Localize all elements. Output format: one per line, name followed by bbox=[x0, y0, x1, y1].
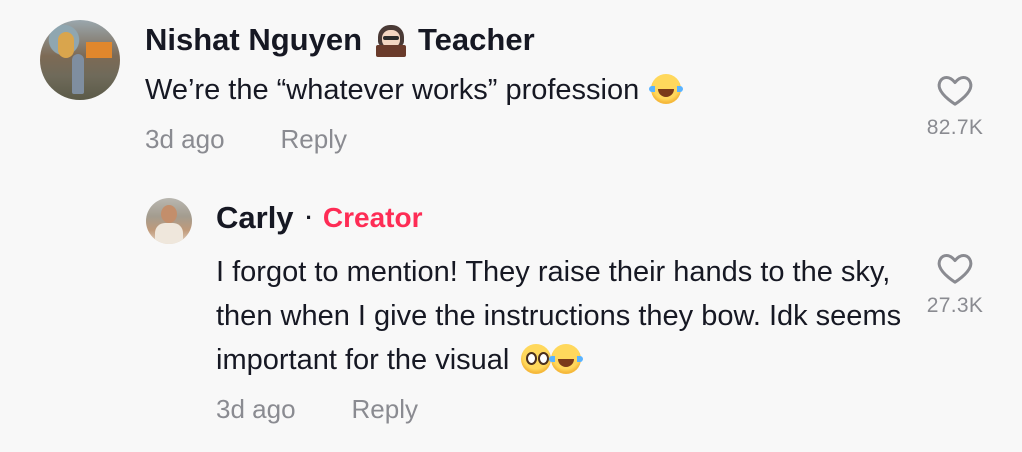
avatar[interactable] bbox=[40, 20, 120, 100]
author-name[interactable]: Carly bbox=[216, 198, 294, 238]
comment-body: Carly · Creator I forgot to mention! The… bbox=[216, 198, 990, 425]
comment-text-content: We’re the “whatever works” profession bbox=[145, 74, 640, 106]
comment-meta: 3d ago Reply bbox=[216, 394, 990, 425]
creator-badge: Creator bbox=[322, 202, 423, 233]
avatar[interactable] bbox=[146, 198, 192, 244]
comment-meta: 3d ago Reply bbox=[145, 124, 990, 155]
comment-time: 3d ago bbox=[145, 124, 225, 154]
author-suffix[interactable]: Teacher bbox=[418, 20, 535, 60]
comment: Nishat Nguyen Teacher We’re the “whateve… bbox=[40, 20, 990, 155]
laughing-tears-emoji-icon bbox=[549, 344, 584, 374]
like-count: 27.3K bbox=[926, 294, 984, 317]
comment-body: Nishat Nguyen Teacher We’re the “whateve… bbox=[145, 20, 990, 155]
avatar-head-shape bbox=[161, 205, 177, 223]
heart-outline-icon[interactable] bbox=[935, 248, 975, 288]
author-name[interactable]: Nishat Nguyen bbox=[145, 20, 362, 60]
avatar-person-shape bbox=[72, 54, 84, 94]
avatar-shirt-shape bbox=[155, 223, 183, 244]
avatar-background-shape bbox=[86, 42, 112, 58]
avatar-balloon-shape bbox=[58, 32, 74, 58]
heart-outline-icon[interactable] bbox=[935, 70, 975, 110]
teacher-emoji-icon bbox=[374, 23, 408, 57]
laughing-tears-emoji-icon bbox=[649, 74, 684, 104]
like-count: 82.7K bbox=[926, 116, 984, 139]
reply-comment: Carly · Creator I forgot to mention! The… bbox=[146, 198, 990, 425]
comment-text: We’re the “whatever works” profession bbox=[145, 68, 835, 112]
comment-header: Carly · Creator bbox=[216, 198, 990, 238]
comment-text: I forgot to mention! They raise their ha… bbox=[216, 250, 906, 382]
comment-header: Nishat Nguyen Teacher bbox=[145, 20, 990, 60]
reply-button[interactable]: Reply bbox=[281, 124, 347, 155]
like-control: 82.7K bbox=[920, 70, 990, 140]
reply-button[interactable]: Reply bbox=[352, 394, 418, 425]
flushed-emoji-icon bbox=[521, 344, 552, 374]
like-control: 27.3K bbox=[920, 248, 990, 318]
separator-dot: · bbox=[305, 205, 313, 230]
comment-time: 3d ago bbox=[216, 394, 296, 424]
